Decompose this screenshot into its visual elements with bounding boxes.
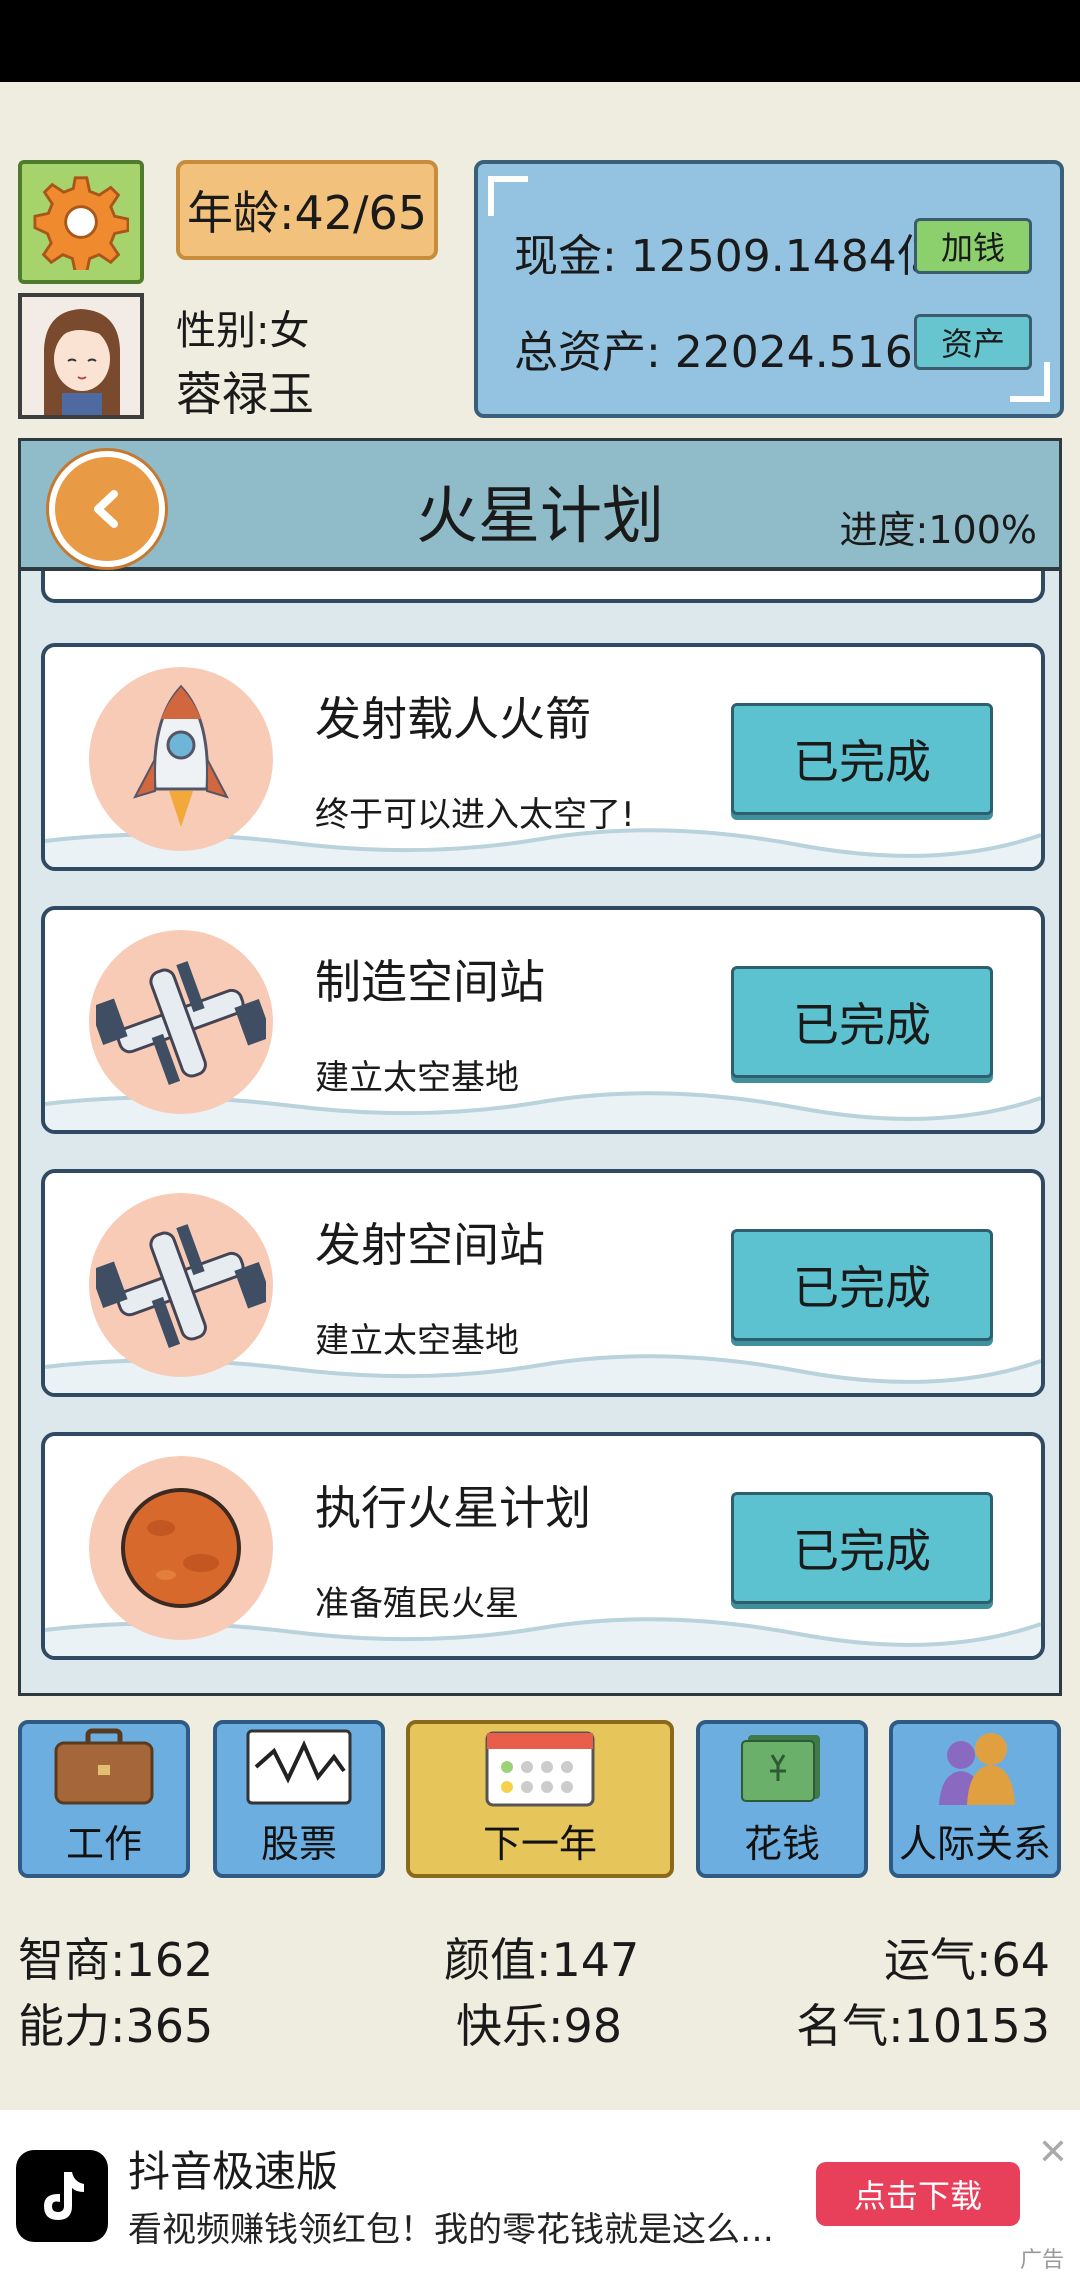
ad-tag: 广告 xyxy=(1019,2248,1064,2273)
stat-iq: 智商:162 xyxy=(18,1933,214,1987)
people-icon xyxy=(920,1724,1030,1809)
item-title: 发射载人火箭 xyxy=(315,692,591,746)
briefcase-icon xyxy=(49,1724,159,1809)
money-panel: 现金: 12509.1484亿 加钱 总资产: 22024.5161 资产 xyxy=(474,160,1064,418)
partial-card xyxy=(41,571,1045,603)
mars-plan-dialog: 发射载人火箭 终于可以进入太空了! 已完成 制造空间站 建立太空基地 已完成 发… xyxy=(18,438,1062,1696)
completed-button[interactable]: 已完成 xyxy=(731,1229,993,1341)
gender-label: 性别:女 xyxy=(176,308,310,354)
character-name: 蓉禄玉 xyxy=(176,367,314,421)
stat-happiness: 快乐:98 xyxy=(456,1999,623,2053)
settings-button[interactable] xyxy=(18,160,144,284)
dialog-header: 火星计划 进度:100% xyxy=(21,441,1059,571)
relations-button[interactable]: 人际关系 xyxy=(889,1720,1061,1878)
total-assets-value: 总资产: 22024.5161 xyxy=(514,327,941,378)
item-title: 执行火星计划 xyxy=(315,1481,591,1535)
cash-value: 现金: 12509.1484亿 xyxy=(514,231,941,282)
list-item: 发射载人火箭 终于可以进入太空了! 已完成 xyxy=(41,643,1045,871)
ad-download-button[interactable]: 点击下载 xyxy=(816,2162,1020,2226)
stat-luck: 运气:64 xyxy=(883,1933,1050,1987)
next-year-button[interactable]: 下一年 xyxy=(406,1720,674,1878)
stocks-button[interactable]: 股票 xyxy=(213,1720,385,1878)
rocket-icon xyxy=(89,667,273,851)
item-subtitle: 建立太空基地 xyxy=(315,1058,519,1098)
mars-icon xyxy=(89,1456,273,1640)
completed-button[interactable]: 已完成 xyxy=(731,966,993,1078)
avatar xyxy=(18,293,144,419)
spend-label: 花钱 xyxy=(743,1822,820,1866)
relations-label: 人际关系 xyxy=(898,1822,1051,1866)
item-title: 发射空间站 xyxy=(315,1218,545,1272)
item-subtitle: 终于可以进入太空了! xyxy=(315,795,635,835)
close-icon[interactable]: ✕ xyxy=(1038,2132,1068,2173)
item-subtitle: 准备殖民火星 xyxy=(315,1584,519,1624)
next-year-label: 下一年 xyxy=(482,1822,597,1866)
list-item: 制造空间站 建立太空基地 已完成 xyxy=(41,906,1045,1134)
item-subtitle: 建立太空基地 xyxy=(315,1321,519,1361)
list-item: 执行火星计划 准备殖民火星 已完成 xyxy=(41,1432,1045,1660)
age-badge: 年龄:42/65 xyxy=(176,160,438,260)
add-money-button[interactable]: 加钱 xyxy=(914,218,1032,274)
completed-button[interactable]: 已完成 xyxy=(731,703,993,815)
work-label: 工作 xyxy=(65,1822,142,1866)
stat-fame: 名气:10153 xyxy=(796,1999,1050,2053)
space-station-icon xyxy=(89,930,273,1114)
tiktok-logo-icon xyxy=(16,2150,108,2242)
stocks-label: 股票 xyxy=(260,1822,337,1866)
assets-button[interactable]: 资产 xyxy=(914,314,1032,370)
ad-banner[interactable]: 抖音极速版 看视频赚钱领红包！我的零花钱就是这么… 点击下载 ✕ 广告 xyxy=(0,2110,1080,2280)
ad-description: 看视频赚钱领红包！我的零花钱就是这么… xyxy=(128,2210,774,2250)
status-bar xyxy=(0,0,1080,82)
list-item: 发射空间站 建立太空基地 已完成 xyxy=(41,1169,1045,1397)
stat-ability: 能力:365 xyxy=(18,1999,214,2053)
spend-button[interactable]: 花钱 xyxy=(696,1720,868,1878)
space-station-icon xyxy=(89,1193,273,1377)
item-title: 制造空间站 xyxy=(315,955,545,1009)
work-button[interactable]: 工作 xyxy=(18,1720,190,1878)
stat-looks: 颜值:147 xyxy=(444,1933,640,1987)
money-icon xyxy=(727,1724,837,1809)
gear-icon xyxy=(33,176,129,270)
ad-title: 抖音极速版 xyxy=(128,2147,339,2196)
completed-button[interactable]: 已完成 xyxy=(731,1492,993,1604)
corner-decoration xyxy=(488,176,528,216)
stock-chart-icon xyxy=(244,1724,354,1809)
progress-label: 进度:100% xyxy=(839,508,1037,552)
calendar-icon xyxy=(480,1723,600,1809)
